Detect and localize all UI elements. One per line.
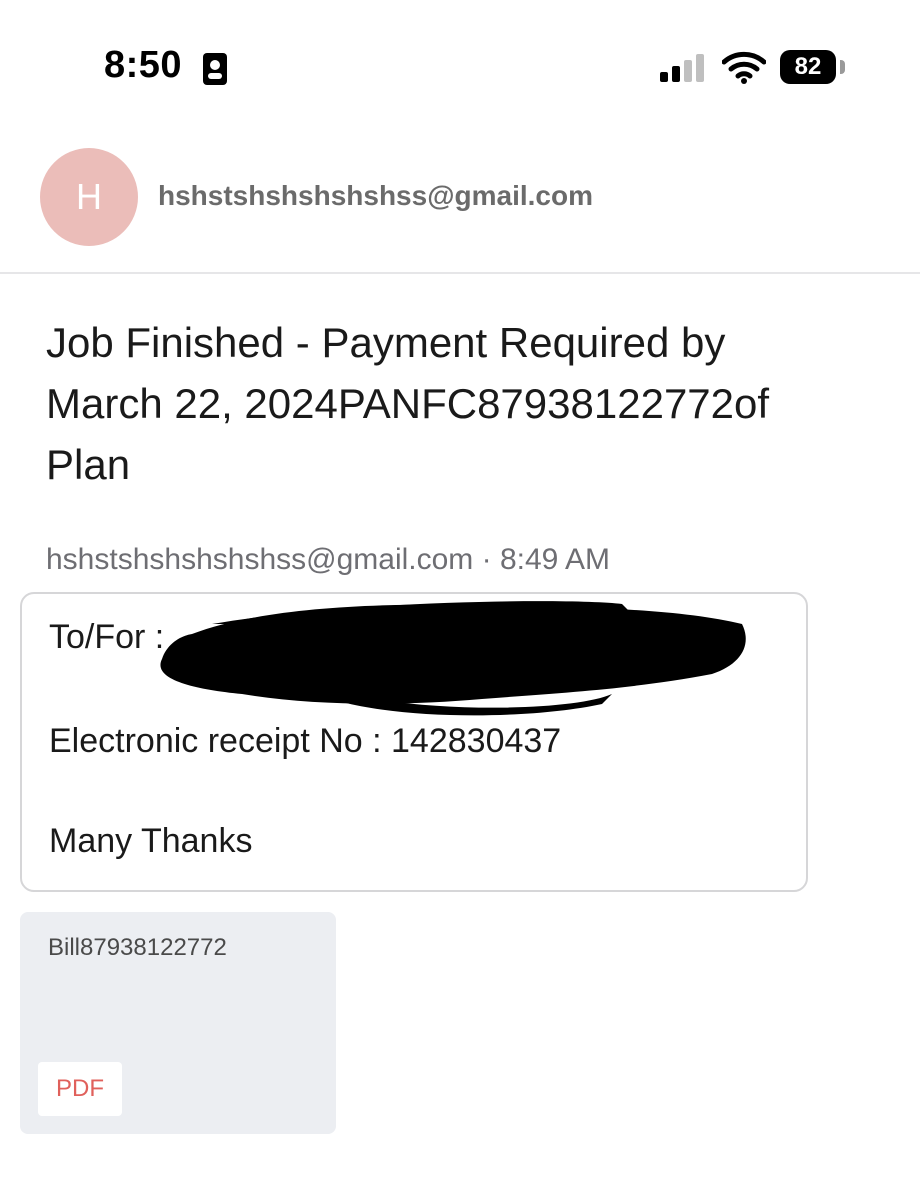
closing-line: Many Thanks xyxy=(49,822,253,860)
sender-header[interactable]: H hshstshshshshshss@gmail.com xyxy=(0,140,920,274)
sender-email[interactable]: hshstshshshshshss@gmail.com xyxy=(158,180,593,212)
status-time: 8:50 xyxy=(104,44,183,86)
battery-cap xyxy=(840,60,845,74)
subject-line: Plan xyxy=(46,441,131,488)
attachment-name: Bill87938122772 xyxy=(48,934,227,961)
subject-line: March 22, 2024PANFC87938122772of xyxy=(46,380,770,427)
email-subject: Job Finished - Payment Required by March… xyxy=(46,312,896,495)
email-meta: hshstshshshshshss@gmail.com · 8:49 AM xyxy=(46,543,610,577)
status-bar: 8:50 82 xyxy=(0,0,920,130)
battery-level: 82 xyxy=(794,53,822,80)
receipt-number-line: Electronic receipt No : 142830437 xyxy=(49,722,562,760)
meta-separator: · xyxy=(481,543,492,576)
message-body: To/For : Electronic receipt No : 1428304… xyxy=(20,592,808,892)
battery-icon: 82 xyxy=(780,50,836,84)
pdf-file-icon: PDF xyxy=(38,1062,122,1116)
to-for-label: To/For : xyxy=(49,618,165,656)
contact-card-icon xyxy=(203,53,227,85)
from-address[interactable]: hshstshshshshshss@gmail.com xyxy=(46,543,473,576)
redaction-scribble xyxy=(160,601,746,716)
wifi-icon xyxy=(722,51,766,84)
sender-avatar[interactable]: H xyxy=(40,148,138,246)
cellular-signal-icon xyxy=(660,54,704,82)
sent-time: 8:49 AM xyxy=(499,543,611,576)
email-detail-screen: 8:50 82 H hshstshshshshshss@gmail.com Jo xyxy=(0,0,920,1200)
subject-line: Job Finished - Payment Required by xyxy=(46,319,726,366)
attachment-card[interactable]: Bill87938122772 PDF xyxy=(20,912,336,1134)
